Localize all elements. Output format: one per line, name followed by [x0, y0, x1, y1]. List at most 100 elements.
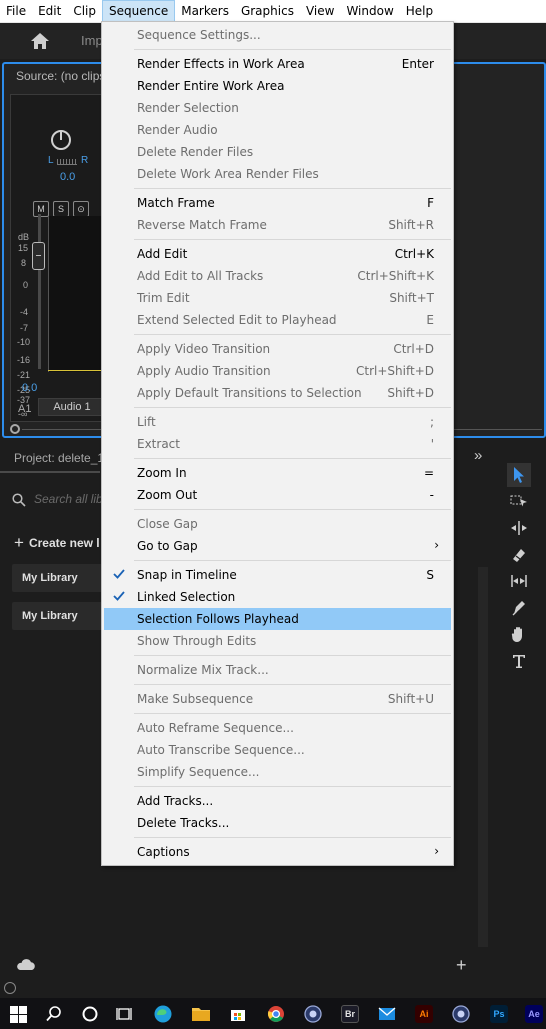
menu-item-add-edit-all-tracks[interactable]: Add Edit to All Tracks Ctrl+Shift+K	[104, 265, 451, 287]
menu-item-extend-selected-edit[interactable]: Extend Selected Edit to Playhead E	[104, 309, 451, 331]
razor-tool-icon[interactable]	[507, 543, 531, 567]
illustrator-icon[interactable]: Ai	[412, 1002, 436, 1026]
menu-item-auto-transcribe[interactable]: Auto Transcribe Sequence...	[104, 739, 451, 761]
library-item[interactable]: My Library	[12, 602, 104, 630]
menu-graphics[interactable]: Graphics	[235, 0, 300, 23]
menu-item-shortcut: =	[423, 466, 434, 480]
menu-markers[interactable]: Markers	[175, 0, 235, 23]
track-id-label: A1	[18, 403, 32, 415]
menu-separator	[134, 407, 451, 408]
menu-item-apply-video-transition[interactable]: Apply Video Transition Ctrl+D	[104, 338, 451, 360]
cloud-icon[interactable]	[16, 959, 36, 971]
menu-item-lift[interactable]: Lift ;	[104, 411, 451, 433]
start-icon[interactable]	[6, 1002, 30, 1026]
menu-item-sequence-settings[interactable]: Sequence Settings...	[104, 24, 451, 46]
track-select-tool-icon[interactable]	[507, 489, 531, 513]
menu-separator	[134, 458, 451, 459]
mute-button[interactable]: M	[33, 201, 49, 217]
photoshop-icon[interactable]: Ps	[487, 1002, 511, 1026]
menu-item-show-through-edits[interactable]: Show Through Edits	[104, 630, 451, 652]
menu-item-add-tracks[interactable]: Add Tracks...	[104, 790, 451, 812]
menu-item-extract[interactable]: Extract '	[104, 433, 451, 455]
menu-item-reverse-match-frame[interactable]: Reverse Match Frame Shift+R	[104, 214, 451, 236]
menu-item-normalize-mix-track[interactable]: Normalize Mix Track...	[104, 659, 451, 681]
menu-view[interactable]: View	[300, 0, 340, 23]
menu-clip[interactable]: Clip	[67, 0, 102, 23]
menu-file[interactable]: File	[0, 0, 32, 23]
menu-item-label: Trim Edit	[137, 291, 190, 305]
menu-item-label: Render Entire Work Area	[137, 79, 285, 93]
menu-item-label: Go to Gap	[137, 539, 198, 553]
menu-item-delete-work-area-render-files[interactable]: Delete Work Area Render Files	[104, 163, 451, 185]
file-explorer-icon[interactable]	[189, 1002, 213, 1026]
menu-item-apply-default-transitions[interactable]: Apply Default Transitions to Selection S…	[104, 382, 451, 404]
library-item[interactable]: My Library	[12, 564, 104, 592]
menu-item-close-gap[interactable]: Close Gap	[104, 513, 451, 535]
menu-item-make-subsequence[interactable]: Make Subsequence Shift+U	[104, 688, 451, 710]
menu-item-label: Delete Tracks...	[137, 816, 230, 830]
selection-tool-icon[interactable]	[507, 463, 531, 487]
app-circle-icon[interactable]	[301, 1002, 325, 1026]
volume-value[interactable]: 0.0	[22, 382, 37, 394]
type-tool-icon[interactable]	[507, 649, 531, 673]
pan-value[interactable]: 0.0	[60, 171, 75, 183]
after-effects-icon[interactable]: Ae	[522, 1002, 546, 1026]
menu-window[interactable]: Window	[340, 0, 399, 23]
home-icon[interactable]	[30, 32, 50, 50]
bridge-icon[interactable]: Br	[338, 1002, 362, 1026]
solo-button[interactable]: S	[53, 201, 69, 217]
project-scrollbar[interactable]	[478, 567, 488, 947]
db-tick: -21	[17, 370, 31, 380]
mail-icon[interactable]	[375, 1002, 399, 1026]
menu-item-add-edit[interactable]: Add Edit Ctrl+K	[104, 243, 451, 265]
menu-item-render-entire-work-area[interactable]: Render Entire Work Area	[104, 75, 451, 97]
add-library-icon[interactable]: +	[456, 955, 467, 976]
menu-item-selection-follows-playhead[interactable]: Selection Follows Playhead	[104, 608, 451, 630]
menu-edit[interactable]: Edit	[32, 0, 67, 23]
menu-item-apply-audio-transition[interactable]: Apply Audio Transition Ctrl+Shift+D	[104, 360, 451, 382]
edge-icon[interactable]	[151, 1002, 175, 1026]
slip-tool-icon[interactable]	[507, 569, 531, 593]
menu-item-captions[interactable]: Captions ›	[104, 841, 451, 863]
cortana-icon[interactable]	[78, 1002, 102, 1026]
pan-knob-icon[interactable]	[51, 130, 71, 150]
zoom-scroll-handle[interactable]	[10, 424, 20, 434]
search-icon[interactable]	[42, 1002, 66, 1026]
menu-item-linked-selection[interactable]: Linked Selection	[104, 586, 451, 608]
menu-item-auto-reframe[interactable]: Auto Reframe Sequence...	[104, 717, 451, 739]
menu-item-render-selection[interactable]: Render Selection	[104, 97, 451, 119]
task-view-icon[interactable]	[113, 1002, 137, 1026]
record-button[interactable]: ⊙	[73, 201, 89, 217]
db-tick: -10	[17, 337, 31, 347]
menu-item-render-effects[interactable]: Render Effects in Work Area Enter	[104, 53, 451, 75]
library-search-input[interactable]: Search all libr	[34, 492, 107, 506]
menu-help[interactable]: Help	[400, 0, 439, 23]
track-name-field[interactable]: Audio 1	[38, 398, 106, 416]
menu-item-go-to-gap[interactable]: Go to Gap ›	[104, 535, 451, 557]
create-new-library-button[interactable]: + Create new l	[14, 533, 100, 553]
menu-item-shortcut: Shift+U	[387, 692, 434, 706]
status-indicator-icon[interactable]	[4, 982, 16, 994]
store-icon[interactable]	[226, 1002, 250, 1026]
ripple-edit-tool-icon[interactable]	[507, 516, 531, 540]
menu-item-match-frame[interactable]: Match Frame F	[104, 192, 451, 214]
project-panel-title[interactable]: Project: delete_1	[14, 451, 104, 465]
menu-item-delete-render-files[interactable]: Delete Render Files	[104, 141, 451, 163]
menu-item-label: Apply Default Transitions to Selection	[137, 386, 362, 400]
menu-item-snap-in-timeline[interactable]: Snap in Timeline S	[104, 564, 451, 586]
pen-tool-icon[interactable]	[507, 596, 531, 620]
menu-item-trim-edit[interactable]: Trim Edit Shift+T	[104, 287, 451, 309]
menu-item-zoom-in[interactable]: Zoom In =	[104, 462, 451, 484]
app-circle-icon[interactable]	[449, 1002, 473, 1026]
menu-item-simplify-sequence[interactable]: Simplify Sequence...	[104, 761, 451, 783]
tab-import[interactable]: Imp	[81, 33, 103, 48]
menu-sequence[interactable]: Sequence	[102, 0, 176, 23]
menu-item-delete-tracks[interactable]: Delete Tracks...	[104, 812, 451, 834]
hand-tool-icon[interactable]	[507, 622, 531, 646]
chrome-icon[interactable]	[264, 1002, 288, 1026]
volume-fader-handle[interactable]	[32, 242, 45, 270]
menu-item-label: Apply Video Transition	[137, 342, 271, 356]
panel-expand-chevron-icon[interactable]: »	[474, 447, 482, 464]
menu-item-render-audio[interactable]: Render Audio	[104, 119, 451, 141]
menu-item-zoom-out[interactable]: Zoom Out -	[104, 484, 451, 506]
